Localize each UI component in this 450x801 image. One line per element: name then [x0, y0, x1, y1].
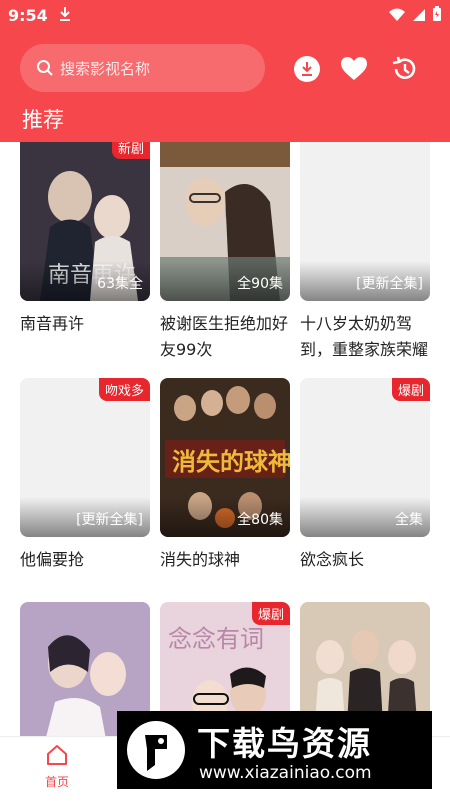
wifi-icon	[388, 7, 406, 26]
drama-title: 十八岁太奶奶驾到，重整家族荣耀	[300, 314, 429, 359]
poster-image: 消失的球神 全80集	[160, 378, 290, 537]
episode-count: 63集全	[97, 276, 143, 292]
poster-image: 全90集	[160, 142, 290, 301]
search-input[interactable]: 搜索影视名称	[20, 44, 265, 92]
drama-tag: 吻戏多	[98, 378, 150, 401]
download-icon[interactable]	[293, 55, 321, 83]
drama-card[interactable]: 爆剧 全集 欲念疯长	[300, 378, 430, 573]
episode-count: 全集	[395, 512, 423, 528]
status-bar: 9:54	[0, 0, 450, 32]
poster-image: 吻戏多 [更新全集]	[20, 378, 150, 537]
poster-image: 南音再许 新剧 63集全	[20, 142, 150, 301]
history-icon[interactable]	[390, 55, 418, 83]
drama-card[interactable]: [更新全集] 十八岁太奶奶驾到，重整家族荣耀	[300, 142, 430, 363]
battery-icon	[432, 6, 442, 26]
signal-icon	[412, 7, 426, 26]
tab-recommend[interactable]: 推荐	[22, 104, 64, 134]
drama-card[interactable]: 南音再许 新剧 63集全 南音再许	[20, 142, 150, 337]
watermark-title: 下载鸟资源	[197, 724, 372, 763]
poster-image: 爆剧 全集	[300, 378, 430, 537]
favorite-heart-icon[interactable]	[340, 55, 368, 83]
drama-title: 消失的球神	[160, 550, 241, 569]
drama-title: 被谢医生拒绝加好友99次	[160, 314, 289, 359]
drama-title: 他偏要抢	[20, 550, 85, 569]
nav-home-label: 首页	[44, 775, 69, 789]
download-status-icon	[58, 6, 72, 26]
drama-tag: 新剧	[111, 142, 150, 159]
drama-title: 南音再许	[20, 314, 85, 333]
nav-home[interactable]: 首页	[40, 743, 74, 790]
episode-count: [更新全集]	[356, 276, 423, 292]
app-header: 9:54 搜索影视名称 推荐	[0, 0, 450, 142]
episode-count: 全80集	[237, 512, 283, 528]
drama-tag: 爆剧	[251, 602, 290, 625]
drama-card[interactable]: 全90集 被谢医生拒绝加好友99次	[160, 142, 290, 363]
drama-card[interactable]: 消失的球神 全80集 消失的球神	[160, 378, 290, 573]
svg-text:消失的球神: 消失的球神	[172, 447, 290, 476]
drama-card[interactable]: 吻戏多 [更新全集] 他偏要抢	[20, 378, 150, 573]
drama-title: 欲念疯长	[300, 550, 365, 569]
search-icon	[37, 60, 53, 76]
episode-count: [更新全集]	[76, 512, 143, 528]
poster-image: [更新全集]	[300, 142, 430, 301]
drama-tag: 爆剧	[391, 378, 430, 401]
svg-text:念念有词: 念念有词	[168, 625, 264, 653]
search-placeholder: 搜索影视名称	[60, 59, 151, 78]
status-time: 9:54	[8, 6, 48, 25]
watermark-url: www.xiazainiao.com	[199, 763, 372, 783]
home-icon	[47, 745, 67, 765]
episode-count: 全90集	[237, 276, 283, 292]
watermark-banner: 下载鸟资源 www.xiazainiao.com	[117, 711, 432, 789]
bird-logo-icon	[127, 721, 185, 779]
